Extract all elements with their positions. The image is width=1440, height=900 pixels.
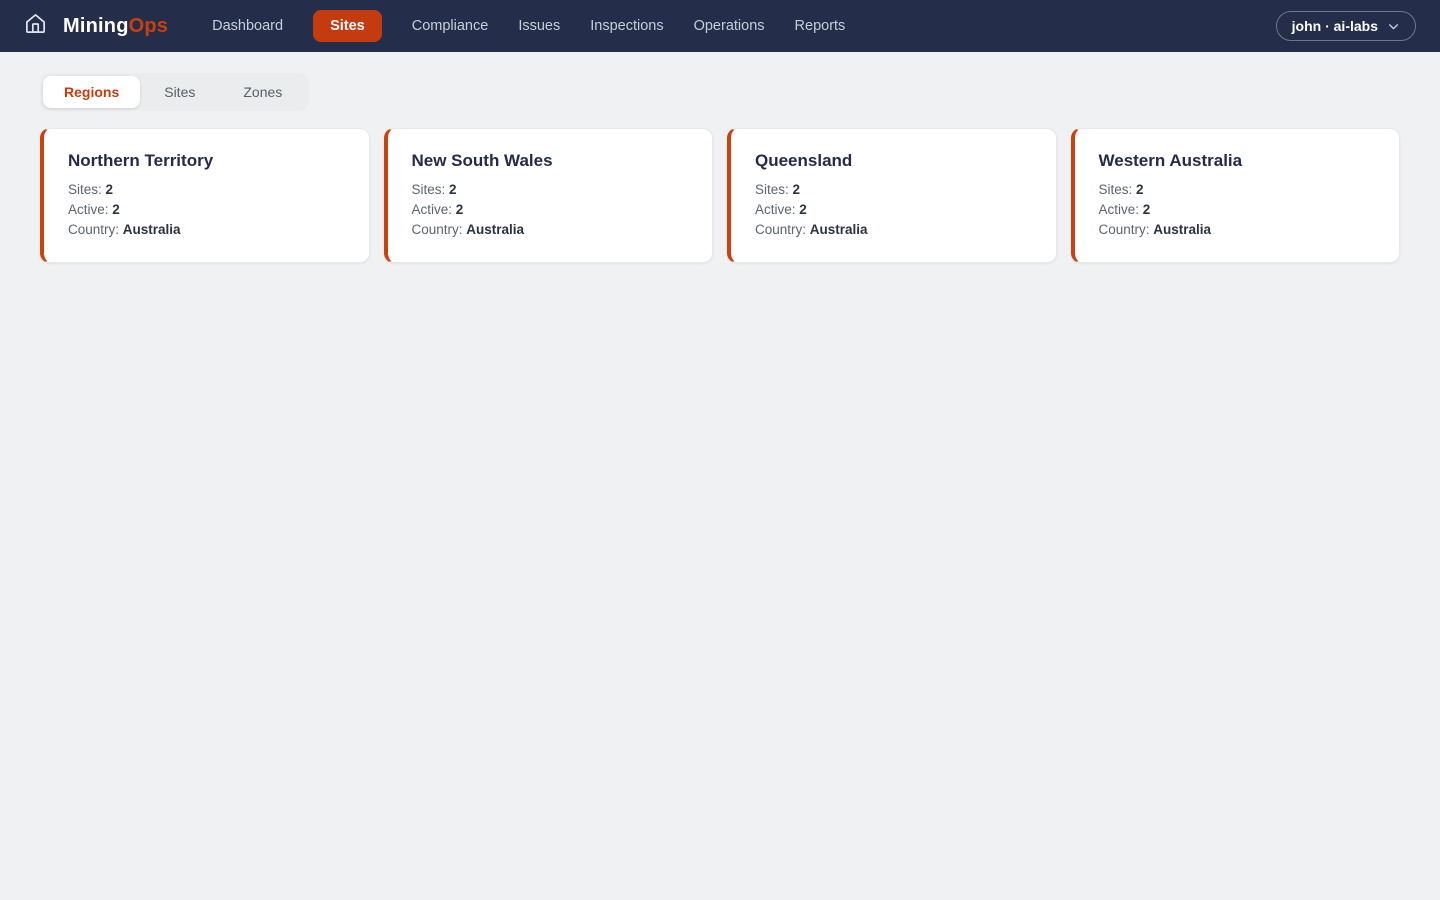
region-card-queensland[interactable]: Queensland Sites: 2 Active: 2 Country: A…: [727, 128, 1057, 263]
tab-regions[interactable]: Regions: [43, 76, 140, 108]
stat-country: Country: Australia: [1099, 220, 1376, 240]
region-card-title: Northern Territory: [68, 151, 345, 171]
home-button[interactable]: [24, 12, 47, 40]
nav-item-compliance[interactable]: Compliance: [412, 18, 489, 34]
user-menu-label: john · ai-labs: [1292, 18, 1378, 34]
region-card-new-south-wales[interactable]: New South Wales Sites: 2 Active: 2 Count…: [384, 128, 714, 263]
stat-country: Country: Australia: [68, 220, 345, 240]
region-card-title: Queensland: [755, 151, 1032, 171]
stat-sites: Sites: 2: [68, 180, 345, 200]
nav-item-sites[interactable]: Sites: [313, 10, 382, 42]
region-card-title: Western Australia: [1099, 151, 1376, 171]
region-card-grid: Northern Territory Sites: 2 Active: 2 Co…: [40, 128, 1400, 263]
region-card-western-australia[interactable]: Western Australia Sites: 2 Active: 2 Cou…: [1071, 128, 1401, 263]
stat-active: Active: 2: [68, 200, 345, 220]
region-card-northern-territory[interactable]: Northern Territory Sites: 2 Active: 2 Co…: [40, 128, 370, 263]
view-tab-bar: Regions Sites Zones: [40, 73, 309, 111]
tab-zones[interactable]: Zones: [219, 76, 306, 108]
stat-country: Country: Australia: [412, 220, 689, 240]
main-content: Regions Sites Zones Northern Territory S…: [0, 52, 1440, 263]
nav-item-inspections[interactable]: Inspections: [590, 18, 663, 34]
stat-country: Country: Australia: [755, 220, 1032, 240]
stat-active: Active: 2: [1099, 200, 1376, 220]
brand-accent: Ops: [129, 15, 169, 37]
nav-item-reports[interactable]: Reports: [795, 18, 846, 34]
stat-sites: Sites: 2: [412, 180, 689, 200]
user-menu-button[interactable]: john · ai-labs: [1276, 11, 1416, 41]
nav-item-operations[interactable]: Operations: [694, 18, 765, 34]
chevron-down-icon: [1387, 20, 1400, 33]
brand-logo[interactable]: MiningOps: [63, 15, 168, 38]
brand-primary: Mining: [63, 15, 129, 37]
tab-sites[interactable]: Sites: [140, 76, 219, 108]
stat-sites: Sites: 2: [1099, 180, 1376, 200]
stat-active: Active: 2: [412, 200, 689, 220]
region-card-title: New South Wales: [412, 151, 689, 171]
nav-item-issues[interactable]: Issues: [518, 18, 560, 34]
nav-item-dashboard[interactable]: Dashboard: [212, 18, 283, 34]
stat-active: Active: 2: [755, 200, 1032, 220]
main-nav: Dashboard Sites Compliance Issues Inspec…: [212, 10, 845, 42]
home-icon: [24, 12, 47, 40]
top-navbar: MiningOps Dashboard Sites Compliance Iss…: [0, 0, 1440, 52]
stat-sites: Sites: 2: [755, 180, 1032, 200]
